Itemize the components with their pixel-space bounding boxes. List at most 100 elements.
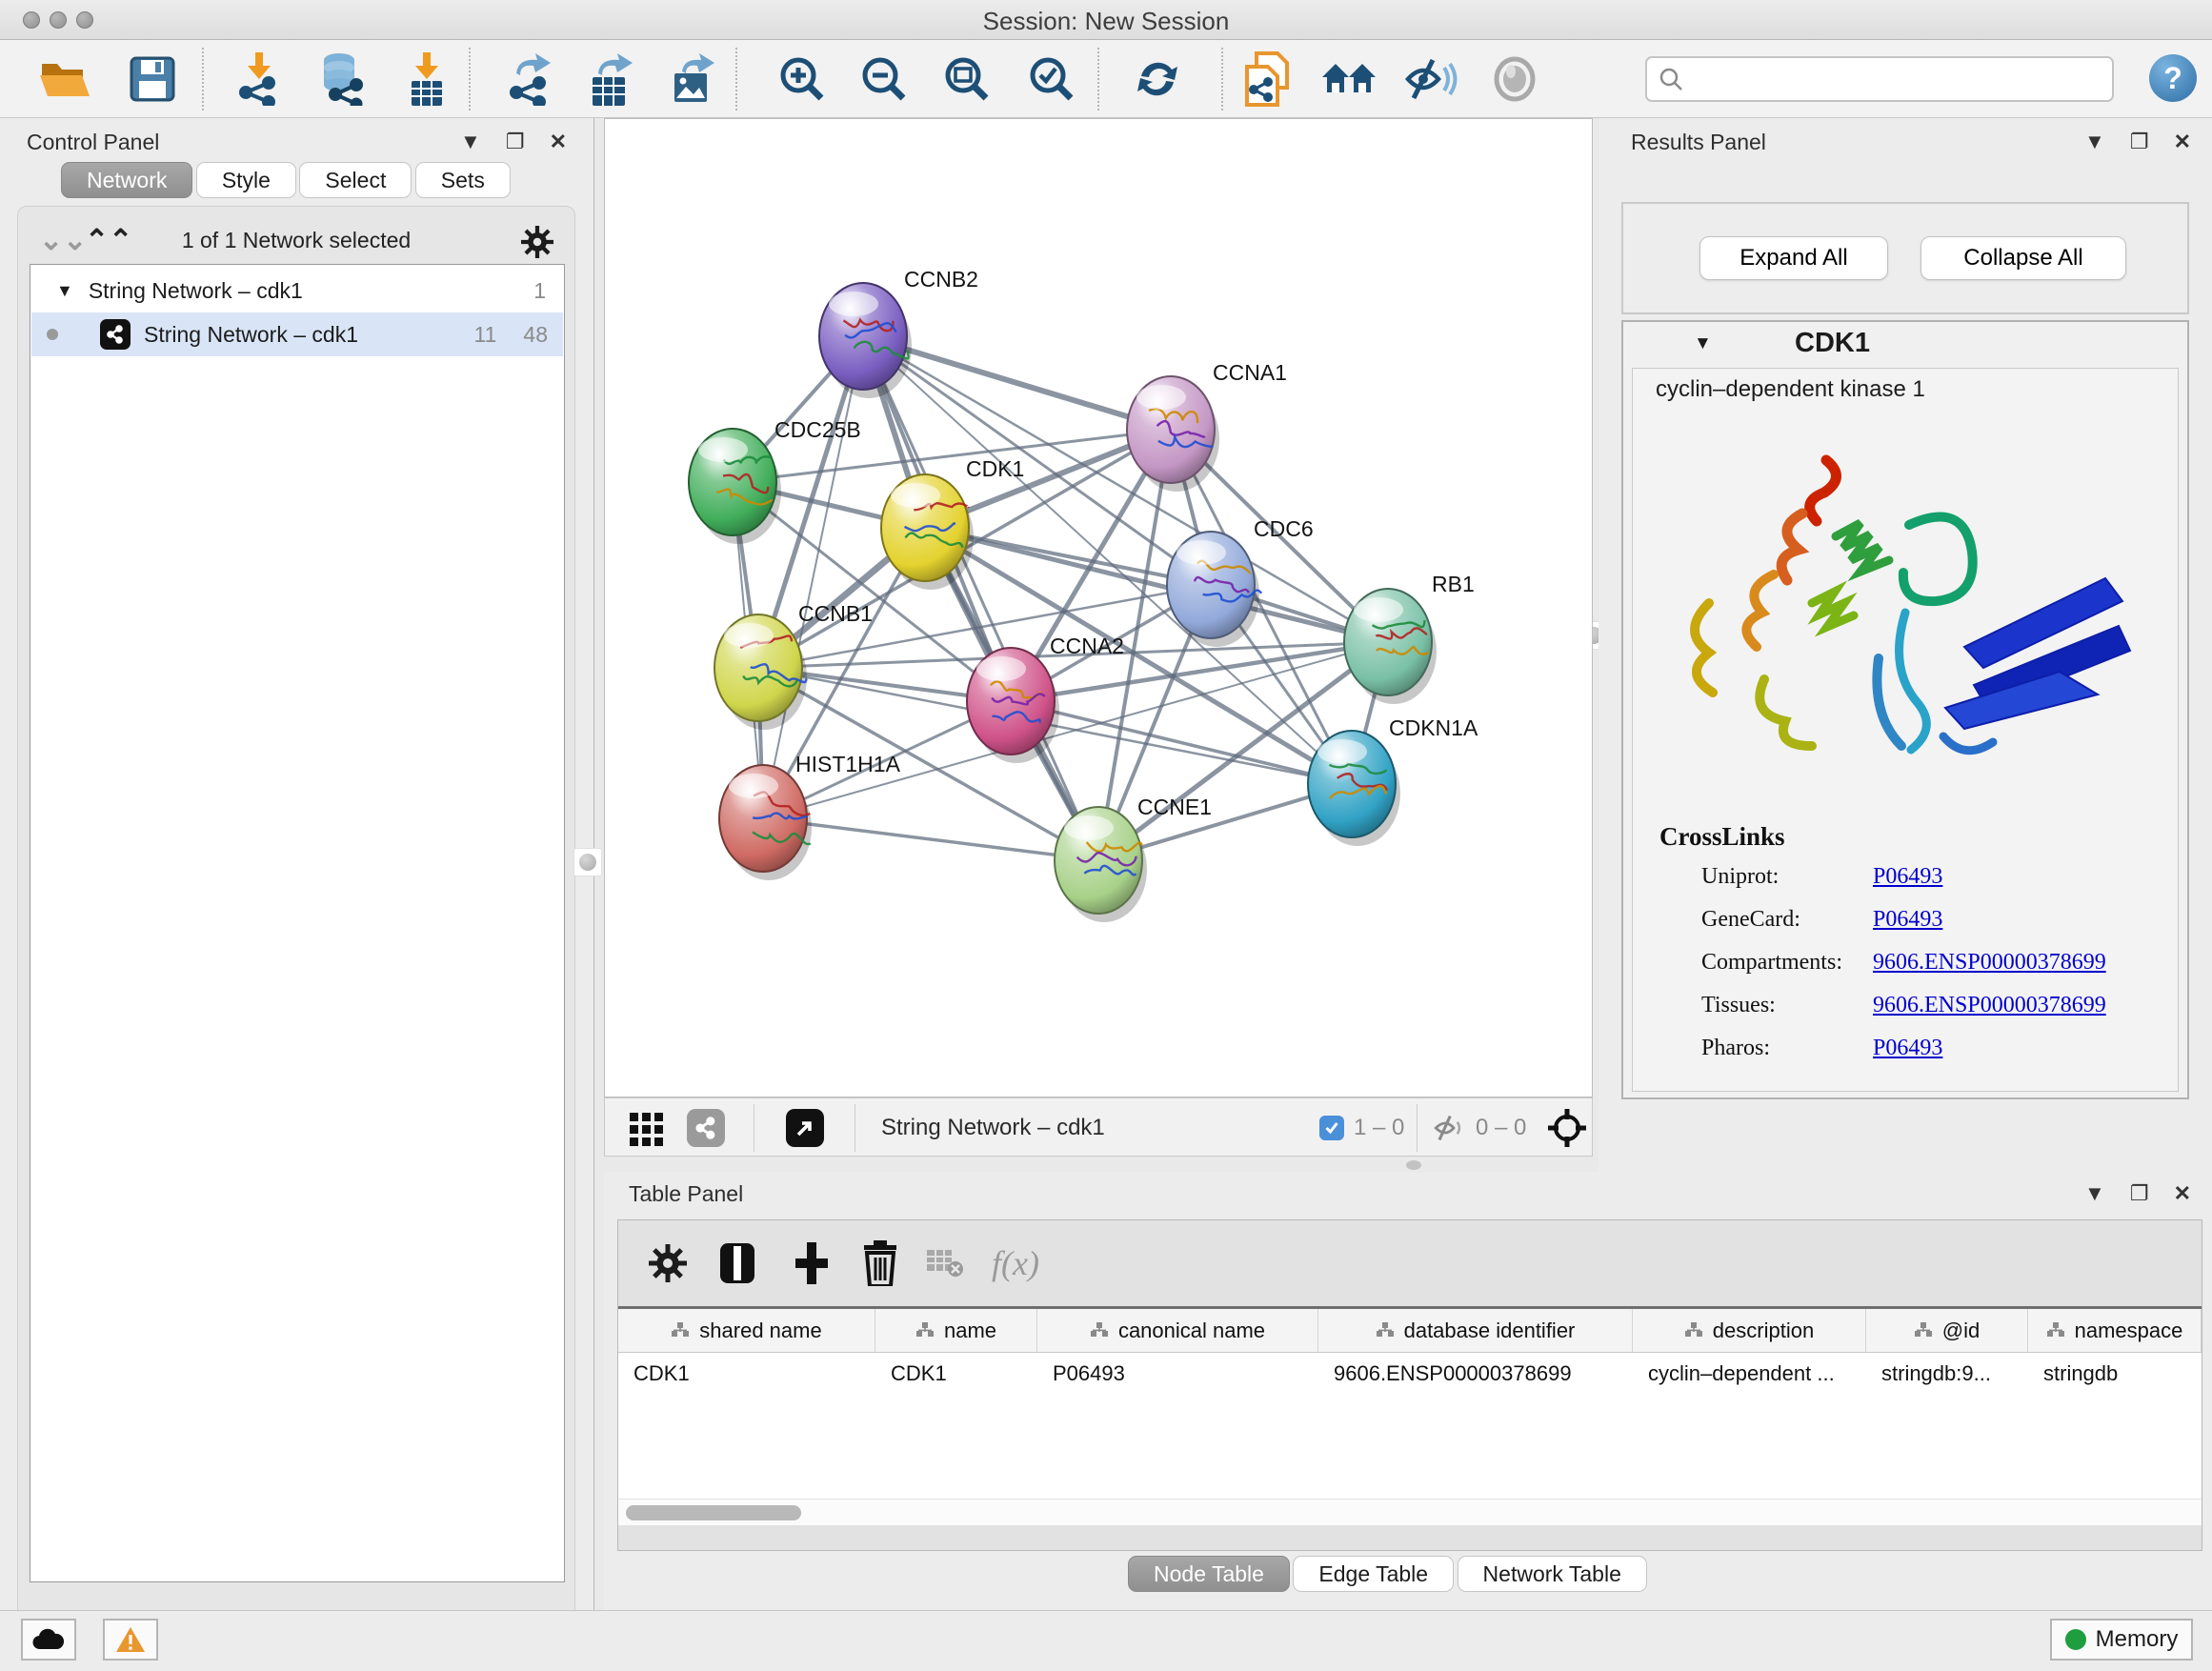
show-columns-button[interactable] [717, 1238, 757, 1289]
export-network-button[interactable] [496, 46, 567, 112]
collection-expander-icon[interactable]: ▼ [56, 281, 73, 301]
tab-select[interactable]: Select [299, 162, 412, 198]
node-label-CCNE1: CCNE1 [1137, 795, 1212, 819]
horizontal-splitter-handle[interactable] [1406, 1160, 1421, 1170]
network-row-selected[interactable]: String Network – cdk1 11 48 [31, 312, 563, 356]
hscrollbar-thumb[interactable] [626, 1505, 801, 1520]
import-network-database-button[interactable] [306, 46, 376, 112]
warnings-button[interactable] [103, 1619, 158, 1661]
refresh-button[interactable] [1122, 46, 1193, 112]
edge-CCNB2-CCNE1[interactable] [863, 336, 1098, 860]
tab-node-table[interactable]: Node Table [1128, 1556, 1290, 1592]
network-canvas[interactable]: CCNB2CCNA1CDC25BCDK1CDC6RB1CCNB1CCNA2CDK… [604, 118, 1593, 1097]
string-network-badge[interactable] [687, 1106, 725, 1150]
tab-sets[interactable]: Sets [415, 162, 511, 198]
protein-expander-icon[interactable]: ▼ [1694, 333, 1712, 354]
network-options-gear-icon[interactable] [521, 226, 553, 258]
network-collection-row[interactable]: ▼ String Network – cdk1 1 [31, 269, 563, 312]
table-cell[interactable]: P06493 [1037, 1353, 1318, 1395]
column-header-description[interactable]: description [1633, 1309, 1866, 1352]
show-all-button[interactable] [1479, 46, 1550, 112]
column-header-name[interactable]: name [875, 1309, 1037, 1352]
panel-float-icon[interactable]: ❐ [2130, 1181, 2149, 1206]
table-cell[interactable]: stringdb:9... [1866, 1353, 2028, 1395]
node-CCNB2[interactable] [819, 283, 912, 398]
node-CCNA1[interactable] [1127, 376, 1219, 492]
panel-menu-icon[interactable]: ▼ [2084, 130, 2105, 154]
panel-menu-icon[interactable]: ▼ [2084, 1181, 2105, 1206]
column-header-canonical-name[interactable]: canonical name [1037, 1309, 1318, 1352]
toolbar-separator [469, 48, 471, 111]
column-header--id[interactable]: @id [1866, 1309, 2028, 1352]
crosslink-link[interactable]: P06493 [1873, 864, 1942, 890]
edge-CCNB2-HIST1H1A[interactable] [763, 336, 863, 818]
fit-selected-button[interactable] [1546, 1106, 1588, 1150]
import-network-file-button[interactable] [224, 46, 294, 112]
hide-selected-button[interactable] [1396, 46, 1466, 112]
string-app-icon [100, 319, 131, 350]
node-CCNE1[interactable] [1055, 807, 1147, 922]
tab-style[interactable]: Style [196, 162, 296, 198]
node-CDK1[interactable] [881, 474, 974, 590]
column-header-database-identifier[interactable]: database identifier [1318, 1309, 1633, 1352]
hidden-eye-slash-icon[interactable] [1432, 1114, 1466, 1142]
export-image-button[interactable] [658, 46, 729, 112]
node-table[interactable]: shared namenamecanonical namedatabase id… [618, 1306, 2202, 1525]
table-cell[interactable]: stringdb [2028, 1353, 2202, 1395]
save-session-button[interactable] [117, 46, 188, 112]
cloud-status-button[interactable] [21, 1619, 76, 1661]
help-button[interactable]: ? [2149, 54, 2197, 102]
delete-column-button[interactable] [862, 1238, 898, 1289]
clone-network-button[interactable] [1232, 46, 1302, 112]
table-cell[interactable]: 9606.ENSP00000378699 [1318, 1353, 1633, 1395]
search-box[interactable] [1645, 56, 2114, 102]
node-CDC6[interactable] [1167, 532, 1261, 647]
left-splitter-handle[interactable] [573, 848, 602, 876]
table-cell[interactable]: cyclin–dependent ... [1633, 1353, 1866, 1395]
node-CDKN1A[interactable] [1308, 731, 1400, 846]
table-hscrollbar[interactable] [618, 1499, 2202, 1525]
import-table-file-button[interactable] [392, 46, 462, 112]
node-RB1[interactable] [1344, 589, 1437, 704]
crosslink-link[interactable]: P06493 [1873, 907, 1942, 933]
table-cell[interactable]: CDK1 [618, 1353, 875, 1395]
panel-float-icon[interactable]: ❐ [506, 130, 525, 154]
table-data-row[interactable]: CDK1CDK1P064939606.ENSP00000378699cyclin… [618, 1353, 2202, 1395]
create-column-button[interactable] [792, 1238, 832, 1289]
panel-close-icon[interactable]: ✕ [550, 130, 567, 154]
zoom-fit-button[interactable] [932, 46, 1002, 112]
crosslink-link[interactable]: P06493 [1873, 1036, 1942, 1061]
table-cell[interactable]: CDK1 [875, 1353, 1037, 1395]
tab-network-table[interactable]: Network Table [1458, 1556, 1647, 1592]
node-HIST1H1A[interactable] [719, 765, 812, 880]
table-options-button[interactable] [649, 1238, 687, 1289]
tab-network[interactable]: Network [61, 162, 192, 198]
zoom-out-button[interactable] [849, 46, 919, 112]
panel-close-icon[interactable]: ✕ [2174, 130, 2191, 154]
panel-float-icon[interactable]: ❐ [2130, 130, 2149, 154]
birdseye-view-button[interactable] [628, 1106, 666, 1150]
column-header-shared-name[interactable]: shared name [618, 1309, 875, 1352]
crosslink-link[interactable]: 9606.ENSP00000378699 [1873, 950, 2106, 976]
memory-button[interactable]: Memory [2050, 1619, 2193, 1661]
edge-HIST1H1A-CCNE1[interactable] [763, 818, 1098, 860]
node-label-CCNA2: CCNA2 [1050, 634, 1124, 658]
crosslink-link[interactable]: 9606.ENSP00000378699 [1873, 993, 2106, 1018]
node-CCNA2[interactable] [967, 648, 1059, 763]
panel-menu-icon[interactable]: ▼ [460, 130, 481, 154]
export-table-button[interactable] [576, 46, 647, 112]
node-CCNB1[interactable] [714, 614, 807, 730]
home-button[interactable] [1314, 46, 1384, 112]
column-header-namespace[interactable]: namespace [2028, 1309, 2202, 1352]
selected-checkbox-icon[interactable] [1319, 1116, 1344, 1140]
edge-CDC6-CCNB1[interactable] [758, 585, 1211, 668]
tab-edge-table[interactable]: Edge Table [1293, 1556, 1454, 1592]
panel-close-icon[interactable]: ✕ [2174, 1181, 2191, 1206]
open-session-button[interactable] [30, 46, 100, 112]
collapse-all-button[interactable]: Collapse All [1920, 236, 2126, 280]
zoom-in-button[interactable] [767, 46, 837, 112]
open-in-window-button[interactable] [786, 1106, 824, 1150]
search-input[interactable] [1691, 67, 2112, 91]
expand-all-button[interactable]: Expand All [1699, 236, 1888, 280]
zoom-selected-button[interactable] [1016, 46, 1087, 112]
